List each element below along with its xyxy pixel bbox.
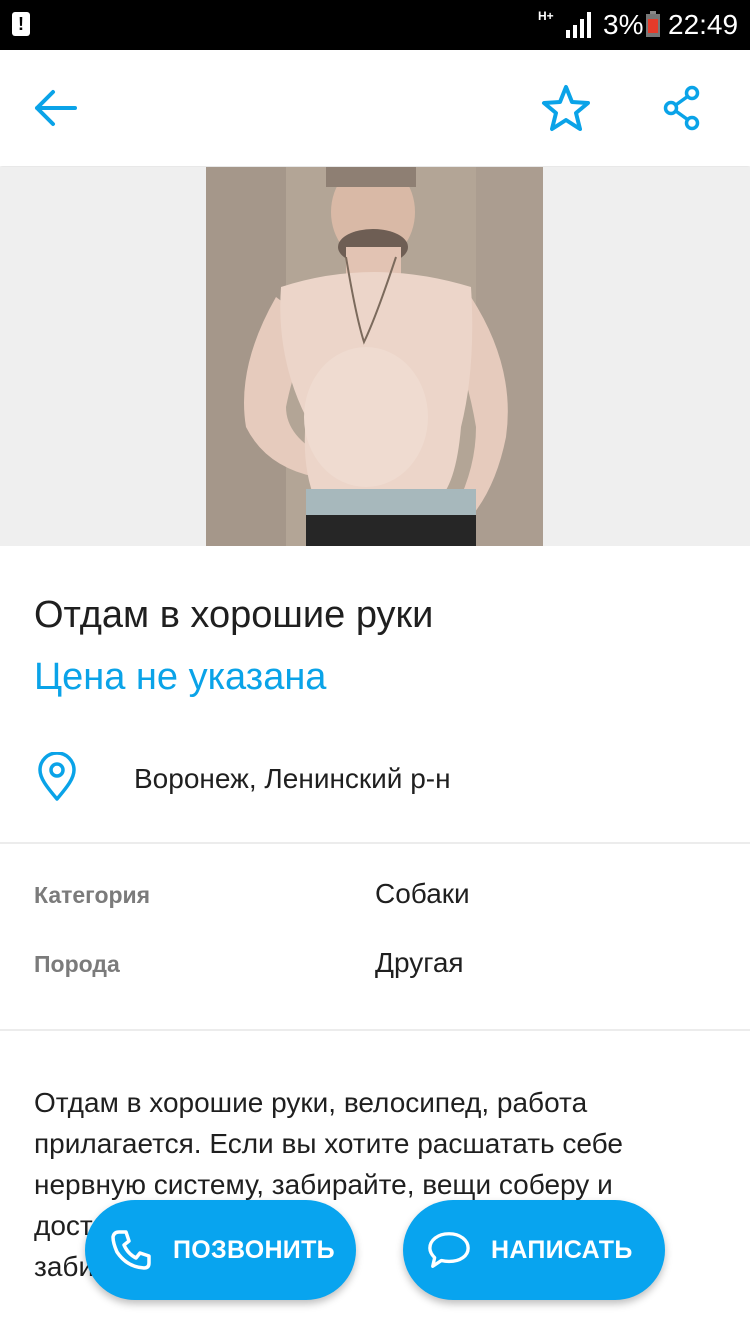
arrow-left-icon (35, 90, 77, 126)
share-button[interactable] (654, 80, 710, 136)
alert-icon: ! (12, 12, 30, 36)
listing-title: Отдам в хорошие руки (34, 594, 434, 636)
chat-bubble-icon (427, 1228, 471, 1272)
location-text: Воронеж, Ленинский р-н (134, 763, 451, 794)
person-photo-illustration (206, 167, 543, 546)
write-button-label: НАПИСАТЬ (491, 1235, 633, 1264)
param-label-breed: Порода (34, 951, 120, 977)
signal-icon (566, 12, 591, 38)
battery-percent: 3% (603, 9, 644, 40)
param-value-category: Собаки (375, 878, 470, 909)
back-button[interactable] (27, 80, 83, 136)
call-button-label: ПОЗВОНИТЬ (173, 1235, 335, 1264)
location-pin-icon (38, 752, 76, 801)
listing-photo[interactable] (206, 167, 543, 546)
phone-icon (109, 1228, 153, 1272)
location-row[interactable]: Воронеж, Ленинский р-н (34, 752, 714, 802)
favorite-button[interactable] (538, 80, 594, 136)
clock: 22:49 (668, 9, 739, 40)
call-button[interactable]: ПОЗВОНИТЬ (85, 1200, 356, 1300)
status-bar: ! H+ 3% 22:49 (0, 0, 750, 50)
star-outline-icon (542, 85, 590, 131)
app-toolbar (0, 50, 750, 166)
description-line: прилагается. Если вы хотите расшатать се… (34, 1128, 623, 1159)
divider (0, 1029, 750, 1031)
description-line: Отдам в хорошие руки, велосипед, работа (34, 1087, 588, 1118)
photo-gallery[interactable] (0, 167, 750, 546)
description-line: нервную систему, забирайте, вещи соберу … (34, 1169, 613, 1200)
param-value-breed: Другая (375, 947, 464, 978)
write-message-button[interactable]: НАПИСАТЬ (403, 1200, 665, 1300)
divider (0, 842, 750, 844)
share-icon (663, 85, 700, 131)
network-type: H+ (538, 9, 554, 23)
battery-low-icon (646, 11, 660, 37)
listing-price: Цена не указана (34, 656, 327, 698)
param-label-category: Категория (34, 882, 151, 908)
